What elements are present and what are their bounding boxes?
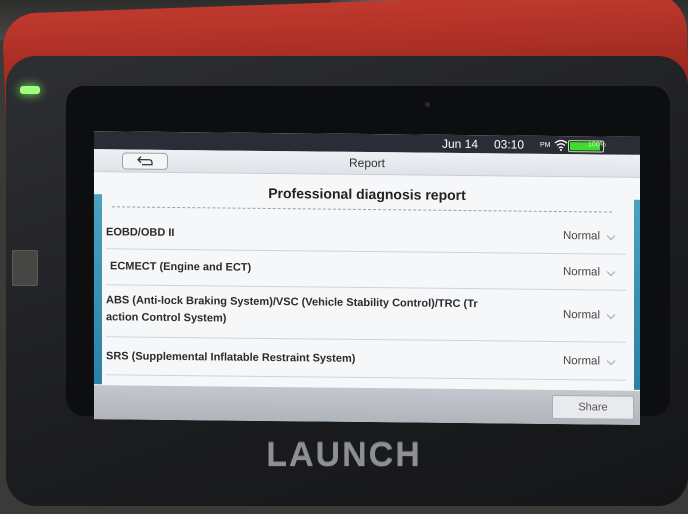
share-button[interactable]: Share bbox=[552, 394, 634, 420]
chevron-down-icon[interactable] bbox=[606, 270, 616, 278]
row-status: Normal bbox=[562, 355, 600, 368]
page-title: Report bbox=[348, 155, 386, 171]
report-content: Professional diagnosis report EOBD/OBD I… bbox=[94, 172, 640, 391]
status-ampm: PM bbox=[540, 141, 551, 149]
row-label: EOBD/OBD II bbox=[106, 226, 175, 239]
chevron-down-icon[interactable] bbox=[606, 359, 616, 367]
row-label-line2: action Control System) bbox=[106, 311, 227, 325]
report-row-abs[interactable]: ABS (Anti-lock Braking System)/VSC (Vehi… bbox=[106, 284, 626, 343]
battery-percent: 100% bbox=[588, 141, 606, 149]
row-label: ECMECT (Engine and ECT) bbox=[110, 260, 252, 274]
chevron-down-icon[interactable] bbox=[606, 234, 616, 242]
row-label: SRS (Supplemental Inflatable Restraint S… bbox=[106, 350, 356, 365]
camera bbox=[425, 102, 430, 107]
wifi-icon bbox=[554, 139, 568, 152]
row-status: Normal bbox=[562, 230, 600, 243]
row-label-line1: ABS (Anti-lock Braking System)/VSC (Vehi… bbox=[106, 294, 478, 311]
side-button[interactable] bbox=[12, 250, 38, 286]
report-row-srs[interactable]: SRS (Supplemental Inflatable Restraint S… bbox=[106, 336, 626, 381]
brand-logo: LAUNCH bbox=[266, 436, 422, 474]
chevron-down-icon[interactable] bbox=[606, 313, 616, 321]
report-heading: Professional diagnosis report bbox=[268, 184, 466, 204]
accent-bar-left bbox=[94, 194, 102, 385]
bottom-bar: Share bbox=[94, 385, 640, 425]
row-status: Normal bbox=[562, 266, 600, 279]
status-time: 03:10 bbox=[494, 137, 525, 152]
accent-bar-right bbox=[634, 199, 640, 390]
status-date: Jun 14 bbox=[442, 136, 479, 152]
power-led bbox=[20, 86, 40, 94]
device-screen: Jun 14 03:10 PM 100% Report Professional… bbox=[94, 131, 640, 425]
divider bbox=[112, 206, 612, 213]
row-status: Normal bbox=[562, 309, 600, 322]
